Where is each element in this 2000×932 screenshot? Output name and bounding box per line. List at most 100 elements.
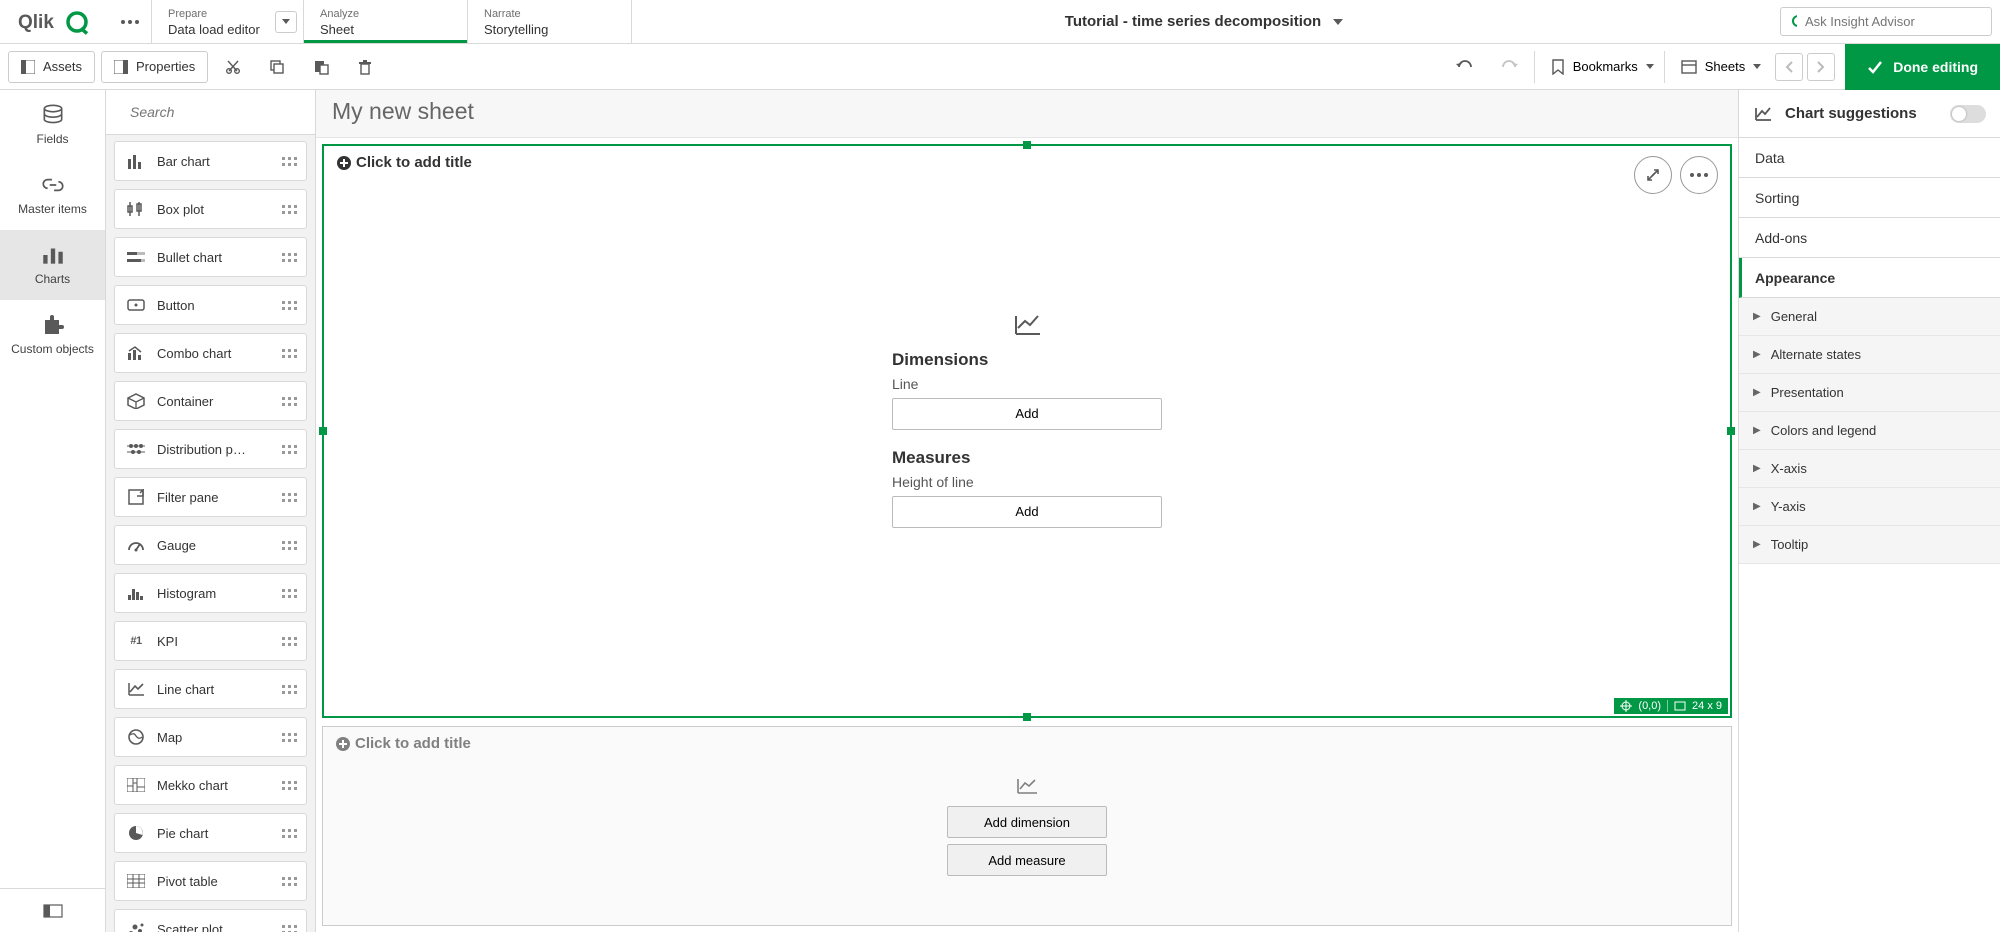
drag-handle-icon[interactable] (280, 685, 298, 694)
chart-list-item[interactable]: Pivot table (114, 861, 307, 901)
chart-list-item[interactable]: Box plot (114, 189, 307, 229)
global-more-button[interactable] (108, 0, 152, 43)
drag-handle-icon[interactable] (280, 349, 298, 358)
chart-list-item[interactable]: Bar chart (114, 141, 307, 181)
drag-handle-icon[interactable] (280, 877, 298, 886)
chart-search-input[interactable] (130, 104, 312, 120)
appearance-sub-x-axis[interactable]: ▶X-axis (1739, 450, 2000, 488)
viz2-title-placeholder[interactable]: Click to add title (335, 735, 471, 752)
prev-sheet-button[interactable] (1775, 53, 1803, 81)
props-section-add-ons[interactable]: Add-ons (1739, 218, 2000, 258)
chart-type-icon (125, 872, 147, 890)
appearance-sub-tooltip[interactable]: ▶Tooltip (1739, 526, 2000, 564)
nav-tab-prepare[interactable]: Prepare Data load editor (152, 0, 304, 43)
drag-handle-icon[interactable] (280, 157, 298, 166)
panel-right-icon (114, 60, 128, 74)
chart-list-item-label: Gauge (157, 538, 270, 553)
chart-list-item[interactable]: Bullet chart (114, 237, 307, 277)
chart-suggestions-toggle[interactable] (1950, 105, 1986, 123)
chart-list-item[interactable]: Filter pane (114, 477, 307, 517)
selection-coordinates-badge: (0,0) 24 x 9 (1614, 698, 1728, 714)
next-sheet-button[interactable] (1807, 53, 1835, 81)
resize-handle-right[interactable] (1727, 427, 1735, 435)
appearance-sub-presentation[interactable]: ▶Presentation (1739, 374, 2000, 412)
chart-list-item[interactable]: Distribution p… (114, 429, 307, 469)
chart-list-item[interactable]: Combo chart (114, 333, 307, 373)
appearance-sub-colors-and-legend[interactable]: ▶Colors and legend (1739, 412, 2000, 450)
chart-list-item[interactable]: Histogram (114, 573, 307, 613)
drag-handle-icon[interactable] (280, 253, 298, 262)
add-measure-button[interactable]: Add (892, 496, 1162, 528)
chart-list-item[interactable]: Map (114, 717, 307, 757)
fullscreen-button[interactable] (1634, 156, 1672, 194)
sheets-dropdown[interactable]: Sheets (1664, 51, 1771, 83)
copy-button[interactable] (258, 51, 296, 83)
drag-handle-icon[interactable] (280, 781, 298, 790)
chart-list-item-label: Combo chart (157, 346, 270, 361)
drag-handle-icon[interactable] (280, 397, 298, 406)
drag-handle-icon[interactable] (280, 589, 298, 598)
bookmarks-dropdown[interactable]: Bookmarks (1534, 51, 1664, 83)
nav-tab-narrate[interactable]: Narrate Storytelling (468, 0, 632, 43)
chart-search[interactable] (106, 90, 315, 135)
paste-button[interactable] (302, 51, 340, 83)
rail-collapse-button[interactable] (0, 888, 105, 932)
drag-handle-icon[interactable] (280, 445, 298, 454)
drag-handle-icon[interactable] (280, 829, 298, 838)
nav-tab-narrate-main: Storytelling (484, 21, 615, 39)
chart-list-item[interactable]: Container (114, 381, 307, 421)
insight-search-input[interactable] (1805, 14, 1981, 29)
visualization-unselected[interactable]: Click to add title Add dimension Add mea… (322, 726, 1732, 926)
resize-handle-left[interactable] (319, 427, 327, 435)
appearance-sub-y-axis[interactable]: ▶Y-axis (1739, 488, 2000, 526)
drag-handle-icon[interactable] (280, 493, 298, 502)
chart-list-item[interactable]: #1 KPI (114, 621, 307, 661)
qlik-logo[interactable]: Qlik (0, 0, 108, 43)
trash-icon (358, 59, 372, 75)
appearance-sub-alternate-states[interactable]: ▶Alternate states (1739, 336, 2000, 374)
delete-button[interactable] (346, 51, 384, 83)
drag-handle-icon[interactable] (280, 637, 298, 646)
appearance-sub-general[interactable]: ▶General (1739, 298, 2000, 336)
prepare-dropdown-icon[interactable] (275, 11, 297, 33)
more-horizontal-icon (1690, 173, 1708, 177)
undo-button[interactable] (1446, 51, 1484, 83)
props-section-sorting[interactable]: Sorting (1739, 178, 2000, 218)
props-section-appearance[interactable]: Appearance (1739, 258, 2000, 298)
drag-handle-icon[interactable] (280, 541, 298, 550)
chart-list-item[interactable]: Button (114, 285, 307, 325)
visualization-selected[interactable]: Click to add title Dimensions Line Add M… (322, 144, 1732, 718)
rail-fields[interactable]: Fields (0, 90, 105, 160)
sheet-title-bar[interactable]: My new sheet (316, 90, 1738, 138)
rail-master-items[interactable]: Master items (0, 160, 105, 230)
app-title-dropdown[interactable]: Tutorial - time series decomposition (632, 0, 1776, 43)
chart-list-item[interactable]: Gauge (114, 525, 307, 565)
check-icon (1867, 60, 1883, 74)
chart-list-item-label: Map (157, 730, 270, 745)
chart-list-item[interactable]: Mekko chart (114, 765, 307, 805)
chart-list-item[interactable]: Line chart (114, 669, 307, 709)
rail-custom-objects[interactable]: Custom objects (0, 300, 105, 370)
nav-tab-analyze[interactable]: Analyze Sheet (304, 0, 468, 43)
viz-title-placeholder[interactable]: Click to add title (336, 154, 472, 171)
rail-charts[interactable]: Charts (0, 230, 105, 300)
viz-more-button[interactable] (1680, 156, 1718, 194)
chart-type-icon (125, 584, 147, 602)
drag-handle-icon[interactable] (280, 301, 298, 310)
props-section-data[interactable]: Data (1739, 138, 2000, 178)
add-measure-button-2[interactable]: Add measure (947, 844, 1107, 876)
assets-toggle-button[interactable]: Assets (8, 51, 95, 83)
chart-list-item[interactable]: Scatter plot (114, 909, 307, 932)
drag-handle-icon[interactable] (280, 925, 298, 932)
drag-handle-icon[interactable] (280, 733, 298, 742)
add-dimension-button[interactable]: Add (892, 398, 1162, 430)
chart-type-icon (125, 824, 147, 842)
redo-button[interactable] (1490, 51, 1528, 83)
properties-toggle-button[interactable]: Properties (101, 51, 208, 83)
done-editing-button[interactable]: Done editing (1845, 44, 2000, 90)
chart-list-item[interactable]: Pie chart (114, 813, 307, 853)
add-dimension-button-2[interactable]: Add dimension (947, 806, 1107, 838)
drag-handle-icon[interactable] (280, 205, 298, 214)
cut-button[interactable] (214, 51, 252, 83)
insight-search[interactable] (1780, 7, 1992, 36)
